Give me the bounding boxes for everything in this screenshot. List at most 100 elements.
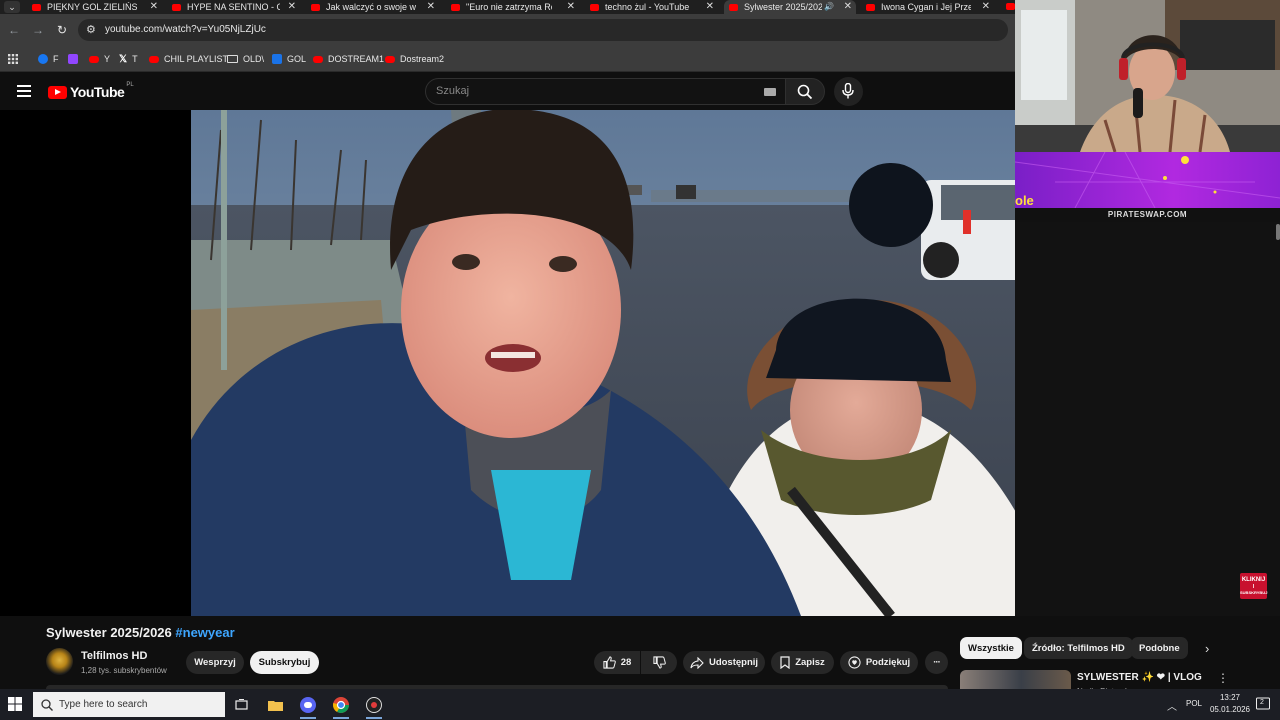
clock[interactable]: 13:27 05.01.2026 <box>1205 692 1255 716</box>
bookmark-youtube[interactable]: Y <box>89 53 110 65</box>
youtube-header: YouTube PL <box>0 72 1015 110</box>
search-input[interactable] <box>436 85 736 97</box>
voice-search-button[interactable] <box>834 77 863 106</box>
youtube-logo[interactable]: YouTube PL <box>48 82 134 100</box>
browser-tab[interactable]: Jak walczyć o swoje w życ ✕ <box>311 0 439 14</box>
bookmark-facebook[interactable]: F <box>38 53 59 65</box>
youtube-favicon-icon <box>451 3 460 11</box>
tray-chevron-up-icon[interactable]: ︿ <box>1167 698 1177 713</box>
recommendation-title[interactable]: SYLWESTER ✨ ❤ | VLOG <box>1077 672 1202 683</box>
youtube-favicon-icon <box>590 3 599 11</box>
apps-grid-icon[interactable] <box>8 53 18 65</box>
windows-taskbar: ︿ POL 13:27 05.01.2026 2 <box>0 689 1280 720</box>
url-text[interactable]: youtube.com/watch?v=Yu05NjLZjUc <box>105 24 266 35</box>
subscribe-button[interactable]: Subskrybuj <box>250 651 319 674</box>
search-icon <box>797 84 813 100</box>
chevron-right-icon[interactable]: › <box>1205 641 1209 656</box>
thumbs-up-icon <box>603 656 616 669</box>
close-tab-icon[interactable]: ✕ <box>982 0 990 14</box>
tab-label: Iwona Cygan i Jej Przeraż <box>881 2 971 12</box>
close-tab-icon[interactable]: ✕ <box>150 0 158 14</box>
chip-all[interactable]: Wszystkie <box>960 637 1022 659</box>
share-arrow-icon <box>690 656 704 669</box>
youtube-icon <box>385 55 395 63</box>
browser-tab[interactable]: HYPE NA SENTINO - OSZ ✕ <box>172 0 300 14</box>
youtube-favicon-icon <box>729 3 738 11</box>
browser-tab[interactable]: Iwona Cygan i Jej Przeraż ✕ <box>866 0 994 14</box>
task-view-icon[interactable] <box>230 694 252 716</box>
windows-start-icon[interactable] <box>8 697 22 711</box>
recommendation-menu-icon[interactable]: ⋮ <box>1217 671 1229 685</box>
taskbar-search[interactable] <box>33 692 225 717</box>
chip-related[interactable]: Podobne <box>1131 637 1188 659</box>
discord-icon[interactable] <box>297 694 319 719</box>
country-code: PL <box>126 82 134 88</box>
like-count: 28 <box>620 657 632 668</box>
url-bar[interactable]: ⚙ youtube.com/watch?v=Yu05NjLZjUc <box>78 19 1008 41</box>
page-scrollbar[interactable] <box>1276 224 1280 240</box>
chrome-icon[interactable] <box>330 694 352 719</box>
bookmark-chil-playlist[interactable]: CHIL PLAYLIST <box>149 53 228 65</box>
youtube-favicon-icon <box>32 3 41 11</box>
reload-icon[interactable]: ↻ <box>54 22 70 38</box>
webcam-image <box>1015 0 1280 152</box>
bookmark-dostream1[interactable]: DOSTREAM1 <box>313 53 384 65</box>
subscribe-badge[interactable]: KLIKNIJ I SUBSKRYBUJ <box>1240 573 1267 599</box>
bookmark-twitch[interactable] <box>68 53 83 65</box>
video-title: Sylwester 2025/2026 #newyear <box>46 625 235 640</box>
sponsor-strip: PIRATESWAP.COM <box>1015 208 1280 222</box>
share-label: Udostępnij <box>708 657 759 668</box>
browser-tab-active[interactable]: Sylwester 2025/2026 🔊 ✕ <box>724 0 856 14</box>
close-tab-icon[interactable]: ✕ <box>706 0 714 14</box>
forward-arrow-icon[interactable]: → <box>30 22 46 38</box>
browser-tab[interactable]: PIĘKNY GOL ZIELIŃSKIEGO ✕ <box>32 0 162 14</box>
thanks-label: Podziękuj <box>865 657 911 668</box>
more-actions-button[interactable]: ··· <box>925 651 948 674</box>
input-language[interactable]: POL <box>1186 699 1202 708</box>
close-tab-icon[interactable]: ✕ <box>427 0 435 14</box>
channel-avatar[interactable] <box>46 648 73 675</box>
dislike-button[interactable] <box>641 651 677 674</box>
menu-hamburger-icon[interactable] <box>17 85 31 97</box>
bookmark-gol[interactable]: GOL <box>272 53 306 65</box>
video-player[interactable] <box>191 110 1083 616</box>
audio-playing-icon[interactable]: 🔊 <box>824 0 834 14</box>
bookmark-label: DOSTREAM1 <box>328 54 385 64</box>
save-label: Zapisz <box>795 657 825 668</box>
hashtag-link[interactable]: #newyear <box>175 625 234 640</box>
browser-tab[interactable]: techno żul - YouTube ✕ <box>590 0 718 14</box>
search-button[interactable] <box>785 78 825 105</box>
bookmark-folder-old[interactable]: OLD\ <box>227 53 264 65</box>
youtube-favicon-icon[interactable] <box>1006 3 1015 10</box>
obs-recording-icon[interactable] <box>363 694 385 719</box>
notification-icon[interactable]: 2 <box>1256 697 1270 711</box>
close-tab-icon[interactable]: ✕ <box>844 0 852 14</box>
facebook-icon <box>38 54 48 64</box>
bookmark-save-icon <box>780 656 790 669</box>
video-title-text: Sylwester 2025/2026 <box>46 625 172 640</box>
sponsor-banner[interactable]: ole PIRATESWAP.COM <box>1015 152 1280 222</box>
bookmark-dostream2[interactable]: Dostream2 <box>385 53 444 65</box>
back-arrow-icon[interactable]: ← <box>6 22 22 38</box>
search-box[interactable] <box>425 78 787 105</box>
site-info-icon[interactable]: ⚙ <box>86 23 96 36</box>
keyboard-icon[interactable] <box>764 88 776 96</box>
share-button[interactable]: Udostępnij <box>683 651 765 674</box>
like-button[interactable]: 28 <box>594 651 640 674</box>
recommendation-thumbnail[interactable] <box>960 670 1071 689</box>
support-button[interactable]: Wesprzyj <box>186 651 244 674</box>
bookmark-label: GOL <box>287 54 307 64</box>
more-dots-icon: ··· <box>933 657 940 668</box>
save-button[interactable]: Zapisz <box>771 651 834 674</box>
bookmark-x[interactable]: 𝕏 T <box>119 53 138 65</box>
thanks-button[interactable]: Podziękuj <box>840 651 918 674</box>
taskbar-search-input[interactable] <box>59 699 209 710</box>
tab-search-chevron-icon[interactable]: ⌄ <box>4 1 20 13</box>
browser-tab[interactable]: "Euro nie zatrzyma Rosji" ✕ <box>451 0 579 14</box>
file-explorer-icon[interactable] <box>264 694 286 716</box>
channel-name[interactable]: Telfilmos HD <box>81 650 147 662</box>
banner-artwork <box>1015 152 1280 208</box>
chip-from-channel[interactable]: Źródło: Telfilmos HD <box>1024 637 1133 659</box>
close-tab-icon[interactable]: ✕ <box>288 0 296 14</box>
close-tab-icon[interactable]: ✕ <box>567 0 575 14</box>
